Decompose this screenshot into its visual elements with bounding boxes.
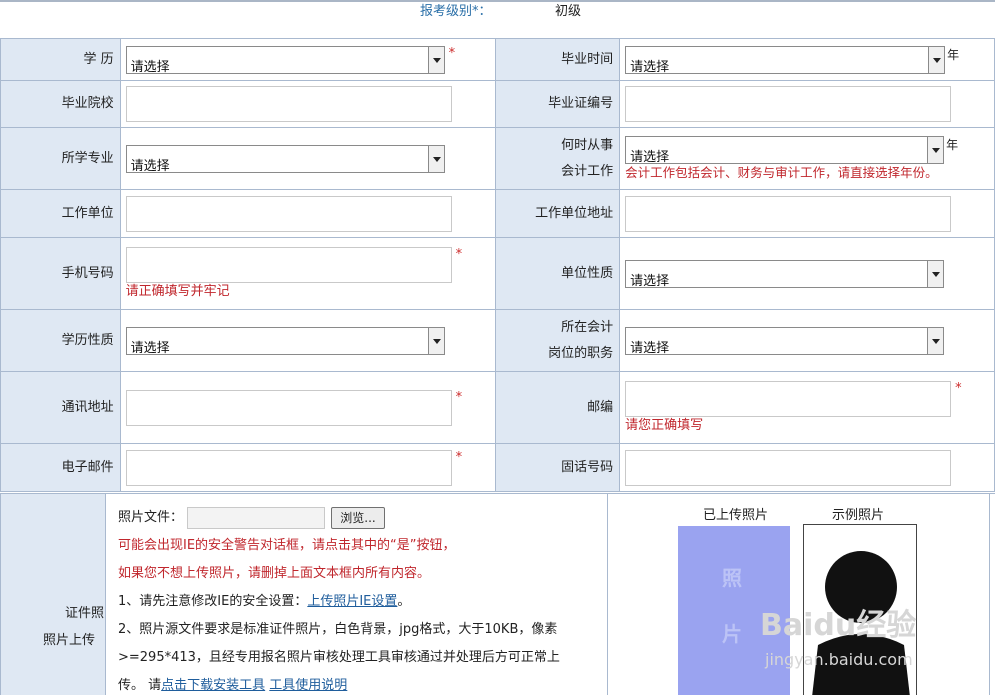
registration-form: 学 历 请选择 * 毕业时间 请选择 年 毕业院校 毕业证编号 所学专业 请选择 <box>0 38 995 492</box>
form-row: 电子邮件 * 固话号码 <box>0 443 995 492</box>
diploma-no-input[interactable] <box>625 86 952 122</box>
required-marker: * <box>955 380 962 396</box>
form-row: 通讯地址 * 邮编 * 请您正确填写 <box>0 371 995 444</box>
grad-time-select[interactable]: 请选择 <box>625 45 946 75</box>
phone-label: 固话号码 <box>494 443 621 492</box>
mobile-input[interactable] <box>125 246 452 283</box>
postcode-input[interactable] <box>625 380 952 417</box>
uploaded-photo-label: 已上传照片 <box>703 508 769 523</box>
employer-type-label: 单位性质 <box>494 237 621 310</box>
position-select[interactable]: 请选择 <box>625 326 945 356</box>
note1-text: 1、请先注意修改IE的安全设置： <box>118 594 308 609</box>
year-unit: 年 <box>946 137 959 152</box>
photo-file-label: 照片文件： <box>118 510 184 525</box>
education-select-value: 请选择 <box>130 59 170 75</box>
watermark-url: jingyan.baidu.com <box>765 650 913 669</box>
email-label: 电子邮件 <box>0 443 121 492</box>
photo-label-line1: 证件照 <box>65 606 105 621</box>
employer-label: 工作单位 <box>0 189 121 238</box>
phone-input[interactable] <box>625 449 952 486</box>
postcode-hint: 请您正确填写 <box>625 417 704 433</box>
acct-since-select-value: 请选择 <box>630 149 670 165</box>
employer-type-select[interactable]: 请选择 <box>625 259 945 289</box>
position-label-line2: 岗位的职务 <box>548 345 614 361</box>
email-input[interactable] <box>125 449 452 486</box>
exam-level-label: 报考级别*： <box>420 4 492 19</box>
form-row: 所学专业 请选择 何时从事 会计工作 请选择 年 会计工作包括会计、财务与审计工… <box>0 127 995 190</box>
mobile-hint: 请正确填写并牢记 <box>125 283 230 299</box>
postcode-label: 邮编 <box>494 371 621 444</box>
edu-type-select-value: 请选择 <box>130 340 170 356</box>
address-input[interactable] <box>125 389 452 426</box>
major-select[interactable]: 请选择 <box>125 144 445 174</box>
photo-label-cell: 证件照 照片上传 <box>0 494 106 695</box>
form-row: 工作单位 工作单位地址 <box>0 189 995 238</box>
acct-since-label-line1: 何时从事 <box>561 137 614 153</box>
position-select-value: 请选择 <box>630 340 670 356</box>
note2-line1: 2、照片源文件要求是标准证件照片，白色背景，jpg格式，大于10KB，像素 <box>118 622 558 637</box>
chevron-down-icon <box>427 327 444 354</box>
note2-line2: >=295*413，且经专用报名照片审核处理工具审核通过并处理后方可正常上 <box>118 650 560 665</box>
chevron-down-icon <box>427 46 444 73</box>
photo-instructions: 照片文件： 浏览... 可能会出现IE的安全警告对话框，请点击其中的“是”按钮，… <box>106 494 608 695</box>
note2-prefix: 传。 请 <box>118 678 162 693</box>
tool-usage-link[interactable]: 工具使用说明 <box>269 678 347 693</box>
security-warning: 可能会出现IE的安全警告对话框，请点击其中的“是”按钮， <box>118 538 456 553</box>
required-marker: * <box>455 246 463 262</box>
employer-type-select-value: 请选择 <box>630 273 670 289</box>
chevron-down-icon <box>927 136 944 163</box>
delete-hint: 如果您不想上传照片，请删掉上面文本框内所有内容。 <box>118 566 431 581</box>
edu-type-label: 学历性质 <box>0 309 121 372</box>
address-label: 通讯地址 <box>0 371 121 444</box>
employer-addr-input[interactable] <box>625 195 952 232</box>
required-marker: * <box>455 389 463 405</box>
watermark-brand: Baidu经验 <box>760 608 917 643</box>
download-tool-link[interactable]: 点击下载安装工具 <box>161 678 265 693</box>
required-marker: * <box>448 45 456 61</box>
mobile-label: 手机号码 <box>0 237 121 310</box>
chevron-down-icon <box>927 260 944 287</box>
ie-settings-link[interactable]: 上传照片IE设置 <box>307 594 397 609</box>
major-label: 所学专业 <box>0 127 121 190</box>
education-label: 学 历 <box>0 38 121 81</box>
chevron-down-icon <box>927 327 944 354</box>
form-row: 毕业院校 毕业证编号 <box>0 80 995 128</box>
school-input[interactable] <box>125 86 452 122</box>
grad-time-select-value: 请选择 <box>630 59 670 75</box>
browse-button[interactable]: 浏览... <box>331 506 385 529</box>
photo-label-line2: 照片上传 <box>43 633 96 648</box>
chevron-down-icon <box>427 145 444 172</box>
form-row: 手机号码 * 请正确填写并牢记 单位性质 请选择 <box>0 237 995 310</box>
position-label-line1: 所在会计 <box>561 319 614 335</box>
employer-input[interactable] <box>125 195 452 232</box>
required-marker: * <box>455 449 463 465</box>
school-label: 毕业院校 <box>0 80 121 128</box>
major-select-value: 请选择 <box>130 158 170 174</box>
year-unit: 年 <box>947 47 960 62</box>
exam-level-value: 初级 <box>555 4 582 19</box>
top-border <box>0 0 995 2</box>
example-photo-label: 示例照片 <box>832 508 885 523</box>
acct-since-label-line2: 会计工作 <box>561 163 614 179</box>
employer-addr-label: 工作单位地址 <box>494 189 621 238</box>
placeholder-char-2: 片 <box>722 622 742 646</box>
form-row: 学历性质 请选择 所在会计 岗位的职务 请选择 <box>0 309 995 372</box>
placeholder-char-1: 照 <box>722 566 742 590</box>
grad-time-label: 毕业时间 <box>494 38 621 81</box>
edu-type-select[interactable]: 请选择 <box>125 326 445 356</box>
acct-since-select[interactable]: 请选择 <box>625 135 945 165</box>
chevron-down-icon <box>928 46 945 73</box>
note1-suffix: 。 <box>397 594 411 609</box>
acct-since-hint: 会计工作包括会计、财务与审计工作，请直接选择年份。 <box>625 164 938 180</box>
diploma-no-label: 毕业证编号 <box>494 80 621 128</box>
education-select[interactable]: 请选择 <box>125 45 445 75</box>
photo-file-input[interactable] <box>187 506 326 529</box>
form-row: 学 历 请选择 * 毕业时间 请选择 年 <box>0 38 995 81</box>
